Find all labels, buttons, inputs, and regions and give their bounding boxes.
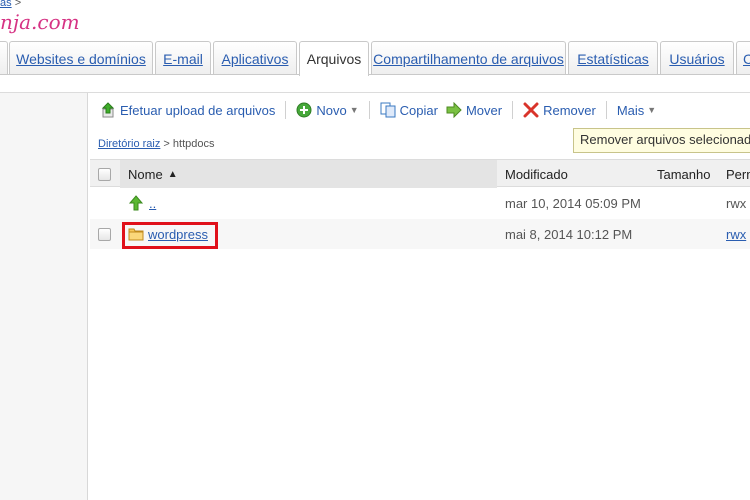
current-directory: httpdocs xyxy=(172,138,215,150)
copy-label: Copiar xyxy=(399,102,438,118)
remove-label: Remover xyxy=(543,102,596,118)
modified-column-label: Modificado xyxy=(505,166,568,182)
tab-usuarios[interactable]: Usuários xyxy=(660,41,734,75)
tab-aplicativos[interactable]: Aplicativos xyxy=(213,41,297,75)
name-column-label: Nome xyxy=(128,166,163,182)
upload-label: Efetuar upload de arquivos xyxy=(120,102,276,118)
new-label: Novo xyxy=(316,102,347,118)
new-button[interactable]: Novo ▼ xyxy=(292,102,362,118)
remove-button[interactable]: Remover xyxy=(519,102,600,118)
tab-email[interactable]: E-mail xyxy=(155,41,211,75)
table-row[interactable]: .. mar 10, 2014 05:09 PM rwx xyxy=(90,188,750,218)
row-checkbox[interactable] xyxy=(98,227,111,241)
size-column-label: Tamanho xyxy=(657,166,711,182)
add-icon xyxy=(296,102,312,118)
move-arrow-icon xyxy=(446,101,462,119)
highlight-annotation-box xyxy=(122,222,218,249)
chevron-down-icon: ▼ xyxy=(647,105,657,115)
select-all-checkbox[interactable] xyxy=(98,167,111,181)
chevron-down-icon: ▼ xyxy=(349,105,359,115)
main-tabs: Websites e domínios E-mail Aplicativos A… xyxy=(0,41,750,76)
upload-button[interactable]: Efetuar upload de arquivos xyxy=(96,102,279,118)
up-directory-cell[interactable]: .. xyxy=(128,188,156,218)
file-table-header: Nome ▲ Modificado Tamanho Perm xyxy=(90,159,750,188)
toolbar-separator xyxy=(512,101,514,119)
permissions-column-label: Perm xyxy=(726,166,750,182)
move-label: Mover xyxy=(465,102,503,118)
copy-icon xyxy=(380,102,396,118)
sort-ascending-icon: ▲ xyxy=(167,168,178,180)
upload-icon xyxy=(100,102,116,118)
more-button[interactable]: Mais ▼ xyxy=(613,103,660,118)
more-label: Mais xyxy=(616,102,645,118)
name-column-header[interactable]: Nome ▲ xyxy=(120,160,497,188)
toolbar-separator xyxy=(368,101,370,119)
size-column-header[interactable]: Tamanho xyxy=(657,160,710,188)
directory-breadcrumb: Diretório raiz > httpdocs xyxy=(98,138,215,150)
domain-title: nja.com xyxy=(0,10,80,34)
permissions-column-header[interactable]: Perm xyxy=(726,160,750,188)
copy-button[interactable]: Copiar xyxy=(376,102,442,118)
breadcrumb-separator: > xyxy=(163,138,170,150)
move-button[interactable]: Mover xyxy=(442,101,506,119)
modified-cell: mar 10, 2014 05:09 PM xyxy=(505,195,641,211)
root-directory-link[interactable]: Diretório raiz xyxy=(98,138,160,150)
top-breadcrumb-link[interactable]: as xyxy=(0,0,12,9)
toolbar-separator xyxy=(285,101,287,119)
top-breadcrumb-separator: > xyxy=(14,0,22,9)
tab-websites-dominios[interactable]: Websites e domínios xyxy=(9,41,153,75)
remove-x-icon xyxy=(523,102,539,118)
permissions-link[interactable]: rwx xyxy=(726,219,746,249)
tab-compartilhamento[interactable]: Compartilhamento de arquivos xyxy=(371,41,566,75)
up-arrow-icon xyxy=(128,195,144,211)
tab-estatisticas[interactable]: Estatísticas xyxy=(568,41,658,75)
top-breadcrumb: as > xyxy=(0,0,21,9)
file-toolbar: Efetuar upload de arquivos Novo ▼ Copiar… xyxy=(96,98,660,122)
parent-directory-link[interactable]: .. xyxy=(149,196,156,211)
sub-header-bar xyxy=(0,75,750,93)
modified-cell: mai 8, 2014 10:12 PM xyxy=(505,226,633,242)
row-checkbox-cell[interactable] xyxy=(98,219,111,249)
tab-arquivos[interactable]: Arquivos xyxy=(299,41,369,76)
tab-partial-left[interactable] xyxy=(0,41,8,75)
select-all-checkbox-cell[interactable] xyxy=(98,160,111,188)
remove-tooltip: Remover arquivos selecionados xyxy=(573,128,750,153)
permissions-cell: rwx xyxy=(726,195,747,211)
toolbar-separator xyxy=(605,101,607,119)
modified-column-header[interactable]: Modificado xyxy=(505,160,568,188)
tab-partial-right[interactable]: C xyxy=(736,41,750,75)
left-gutter xyxy=(0,93,88,500)
